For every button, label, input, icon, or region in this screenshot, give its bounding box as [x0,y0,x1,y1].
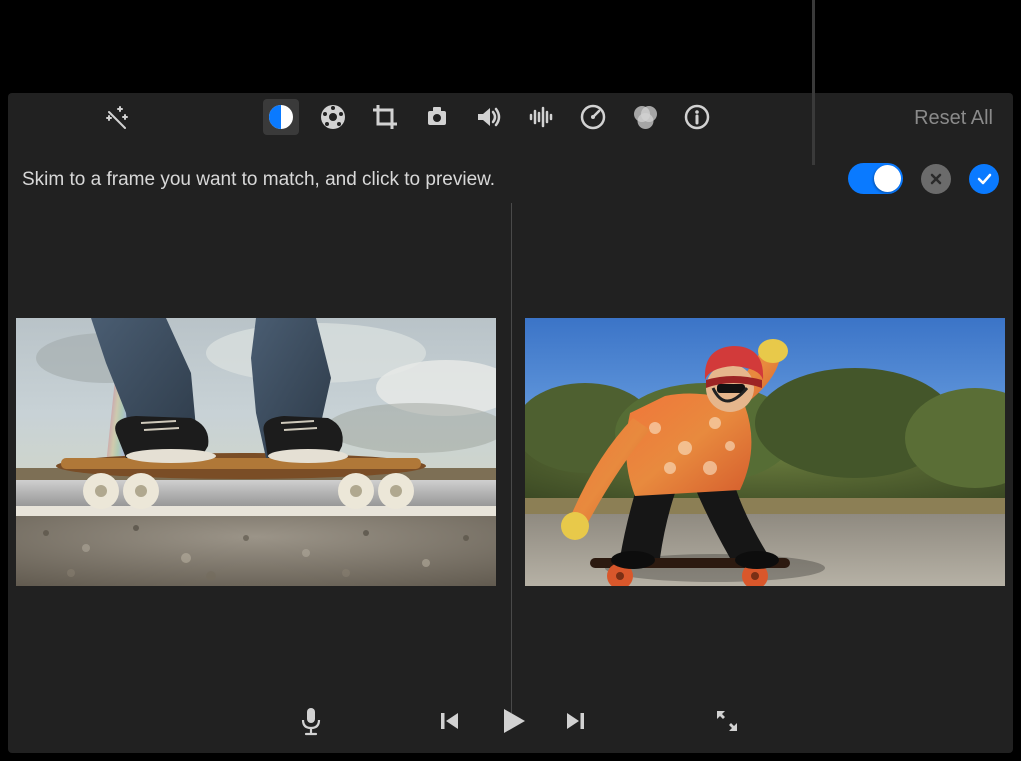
adjustments-toolbar: Reset All [8,93,1013,145]
instruction-text: Skim to a frame you want to match, and c… [22,169,495,191]
speed-icon[interactable] [575,99,611,135]
previous-icon[interactable] [438,709,462,733]
transport-bar [8,697,1013,745]
crop-icon[interactable] [367,99,403,135]
viewer-panel: Reset All Skim to a frame you want to ma… [8,93,1013,753]
next-icon[interactable] [563,709,587,733]
color-balance-controls [848,163,999,194]
match-color-toggle[interactable] [848,163,903,194]
toggle-knob [874,165,901,192]
color-balance-icon[interactable] [263,99,299,135]
info-icon[interactable] [679,99,715,135]
preview-area [8,203,1013,683]
color-icon[interactable] [315,99,351,135]
noise-reduction-icon[interactable] [523,99,559,135]
source-clip-thumbnail[interactable] [16,318,496,586]
callout-line [812,0,815,165]
stabilize-icon[interactable] [419,99,455,135]
fullscreen-icon[interactable] [714,708,740,734]
volume-icon[interactable] [471,99,507,135]
apply-button[interactable] [969,164,999,194]
reset-all-button[interactable]: Reset All [914,107,993,130]
preview-divider [511,203,512,713]
enhance-icon[interactable] [98,101,134,137]
play-icon[interactable] [498,706,528,736]
filters-icon[interactable] [627,99,663,135]
microphone-icon[interactable] [298,706,324,736]
cancel-button[interactable] [921,164,951,194]
target-clip-thumbnail[interactable] [525,318,1005,586]
